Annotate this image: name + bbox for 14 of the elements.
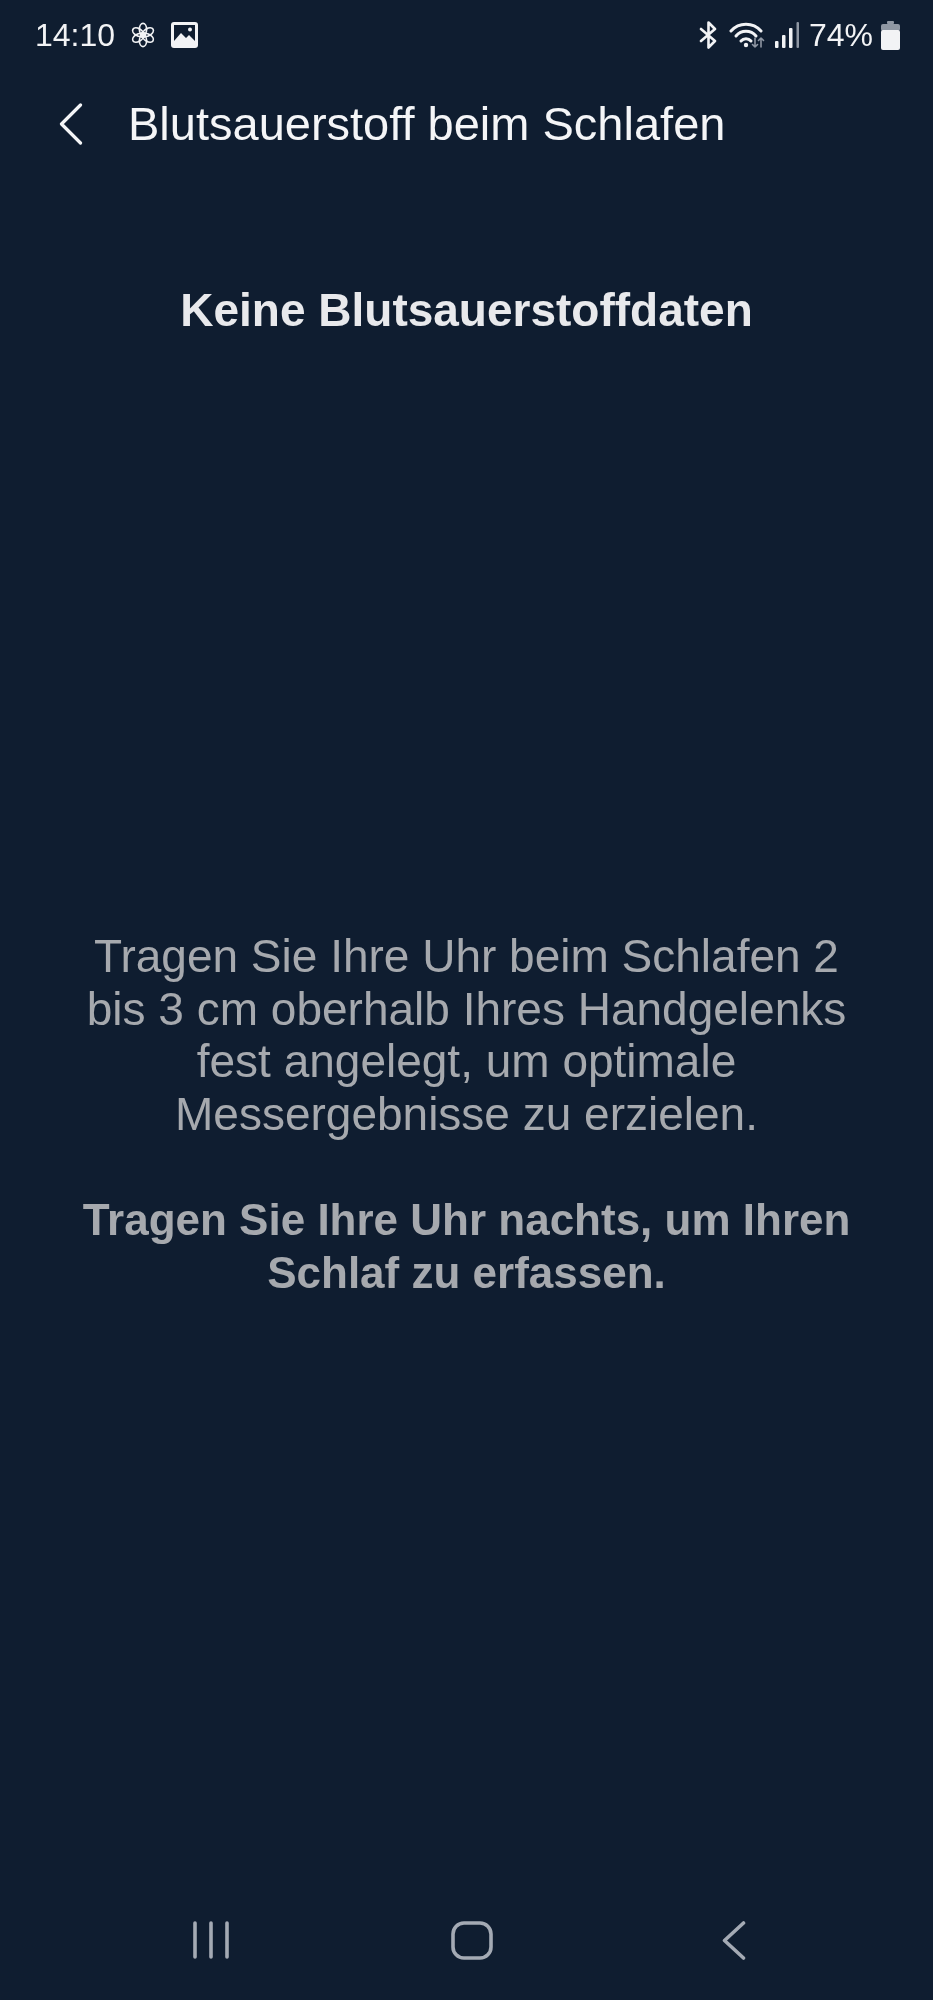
page-title: Blutsauerstoff beim Schlafen xyxy=(128,96,726,152)
battery-percentage: 74% xyxy=(808,17,873,53)
instruction-text: Tragen Sie Ihre Uhr beim Schlafen 2 bis 3 cm oberhalb Ihres Handgelenks fest angelegt, um optimale Messergebnisse zu erzielen. xyxy=(85,930,848,1140)
flower-icon xyxy=(130,22,157,48)
instruction-text: Tragen Sie Ihre Uhr nachts, um Ihren Schlaf zu erfassen. xyxy=(81,1194,852,1299)
back-icon[interactable] xyxy=(722,1920,746,1960)
empty-state-heading: Keine Blutsauerstoffdaten xyxy=(180,283,753,337)
recent-apps-icon[interactable] xyxy=(193,1921,229,1959)
image-icon xyxy=(171,22,199,48)
wifi-icon xyxy=(728,22,766,48)
home-icon[interactable] xyxy=(451,1920,493,1960)
battery-icon xyxy=(881,20,900,50)
status-time: 14:10 xyxy=(35,17,116,53)
signal-icon xyxy=(773,22,801,48)
